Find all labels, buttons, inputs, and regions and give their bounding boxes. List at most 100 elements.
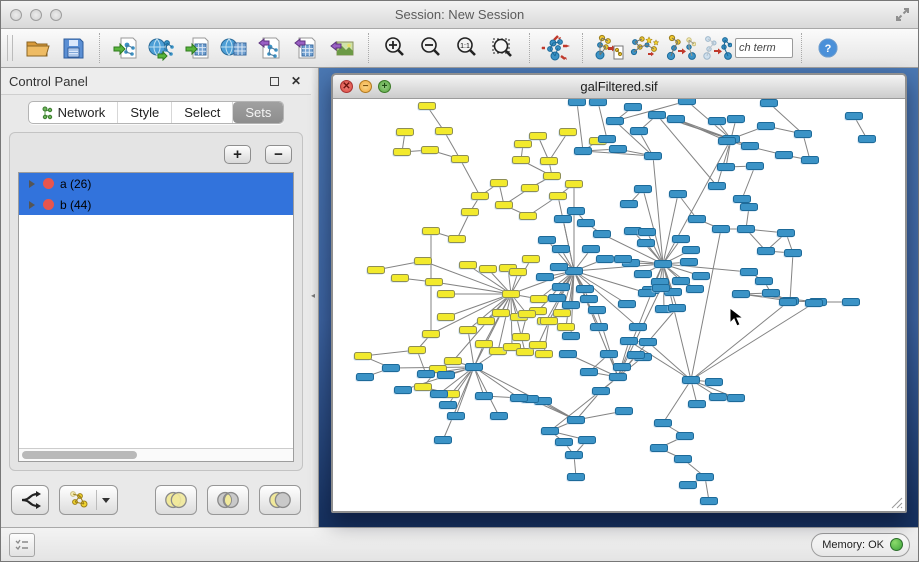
task-history-button[interactable]	[9, 533, 35, 557]
graph-node-blue	[785, 250, 802, 257]
difference-sets-button[interactable]	[259, 485, 301, 515]
first-neighbors-button[interactable]	[594, 33, 624, 63]
show-all-button[interactable]	[702, 33, 732, 63]
graph-node-blue	[747, 163, 764, 170]
remove-set-button[interactable]: −	[265, 145, 292, 164]
svg-text:?: ?	[825, 43, 832, 55]
hide-selected-button[interactable]	[666, 33, 696, 63]
intersect-sets-button[interactable]	[207, 485, 249, 515]
import-network-file-button[interactable]	[111, 33, 141, 63]
zoom-in-button[interactable]	[380, 33, 410, 63]
import-network-file-icon	[113, 35, 139, 61]
select-marked-button[interactable]	[630, 33, 660, 63]
graph-node-blue	[583, 246, 600, 253]
close-panel-button[interactable]: ✕	[289, 74, 303, 88]
window-titlebar[interactable]: Session: New Session	[1, 1, 918, 29]
graph-node-blue	[859, 136, 876, 143]
set-dot-icon	[43, 199, 54, 210]
button-divider	[96, 490, 97, 510]
open-session-button[interactable]	[22, 33, 52, 63]
mouse-cursor	[729, 307, 743, 327]
graph-node-yellow	[550, 193, 567, 200]
export-table-button[interactable]	[291, 33, 321, 63]
graph-node-blue	[655, 420, 672, 427]
venn-difference-icon	[267, 490, 293, 510]
network-window[interactable]: ✕ − + galFiltered.sif	[331, 73, 907, 513]
star-nodes-icon	[630, 34, 660, 62]
tab-select[interactable]: Select	[172, 102, 233, 123]
network-canvas[interactable]	[333, 99, 905, 511]
union-sets-button[interactable]	[155, 485, 197, 515]
set-row-a[interactable]: a (26)	[19, 173, 293, 194]
save-session-button[interactable]	[58, 33, 88, 63]
dropdown-arrow-icon[interactable]	[102, 498, 110, 503]
help-icon: ?	[818, 38, 838, 58]
import-table-url-button[interactable]	[219, 33, 249, 63]
zoom-actual-button[interactable]: 1:1	[452, 33, 482, 63]
graph-node-blue	[709, 183, 726, 190]
horizontal-scrollbar[interactable]	[19, 448, 293, 461]
graph-node-blue	[649, 112, 666, 119]
network-window-titlebar[interactable]: ✕ − + galFiltered.sif	[333, 75, 905, 99]
graph-node-blue	[713, 226, 730, 233]
graph-node-blue	[687, 286, 704, 293]
tab-select-label: Select	[184, 105, 220, 120]
expand-triangle-icon[interactable]	[29, 180, 35, 188]
first-neighbors-icon	[594, 34, 624, 62]
graph-node-blue	[677, 433, 694, 440]
graph-node-blue	[577, 286, 594, 293]
import-table-file-icon	[185, 35, 211, 61]
search-input[interactable]: ch term	[735, 38, 793, 58]
zoom-fit-selected-button[interactable]	[488, 33, 518, 63]
graph-node-yellow	[409, 347, 426, 354]
graph-node-blue	[758, 248, 775, 255]
expand-triangle-icon[interactable]	[29, 201, 35, 209]
export-network-icon	[257, 35, 283, 61]
resize-grip-icon[interactable]	[889, 495, 903, 509]
graph-node-blue	[738, 226, 755, 233]
split-set-button[interactable]	[11, 485, 49, 515]
import-network-url-icon	[148, 35, 176, 61]
help-button[interactable]: ?	[813, 33, 843, 63]
toolbar-separator	[529, 33, 530, 63]
fullscreen-icon[interactable]	[895, 7, 910, 27]
set-row-b[interactable]: b (44)	[19, 194, 293, 215]
memory-ok-indicator	[890, 538, 903, 551]
control-panel-header: Control Panel ✕	[1, 68, 311, 95]
apply-layout-button[interactable]	[541, 33, 571, 63]
tab-sets[interactable]: Sets	[233, 102, 283, 123]
tab-style[interactable]: Style	[118, 102, 172, 123]
graph-node-yellow	[449, 236, 466, 243]
tab-network[interactable]: Network	[29, 102, 119, 123]
graph-node-blue	[719, 138, 736, 145]
scrollbar-thumb[interactable]	[22, 451, 137, 459]
import-network-url-button[interactable]	[147, 33, 177, 63]
graph-node-yellow	[476, 341, 493, 348]
network-desktop: ✕ − + galFiltered.sif	[319, 68, 918, 527]
zoom-out-button[interactable]	[416, 33, 446, 63]
graph-node-blue	[621, 338, 638, 345]
float-panel-button[interactable]	[267, 74, 281, 88]
graph-node-blue	[594, 231, 611, 238]
toolbar-grip[interactable]	[7, 35, 13, 61]
status-bar: Memory: OK	[1, 527, 918, 561]
graph-node-blue	[640, 339, 657, 346]
create-set-from-network-button[interactable]	[59, 485, 118, 515]
add-set-button[interactable]: +	[224, 145, 251, 164]
graph-node-blue	[741, 269, 758, 276]
svg-text:1:1: 1:1	[460, 43, 470, 50]
memory-status-button[interactable]: Memory: OK	[811, 533, 910, 557]
graph-node-blue	[590, 99, 607, 106]
export-network-button[interactable]	[255, 33, 285, 63]
toolbar-separator	[582, 33, 583, 63]
panel-divider[interactable]: ◂	[311, 68, 319, 527]
import-table-file-button[interactable]	[183, 33, 213, 63]
graph-node-yellow	[423, 331, 440, 338]
collapse-panel-handle[interactable]: ◂	[311, 290, 318, 302]
graph-node-blue	[601, 351, 618, 358]
graph-node-blue	[539, 237, 556, 244]
app-window: Session: New Session	[0, 0, 919, 562]
toolbar-separator	[99, 33, 100, 63]
graph-node-blue	[610, 146, 627, 153]
export-image-button[interactable]	[327, 33, 357, 63]
